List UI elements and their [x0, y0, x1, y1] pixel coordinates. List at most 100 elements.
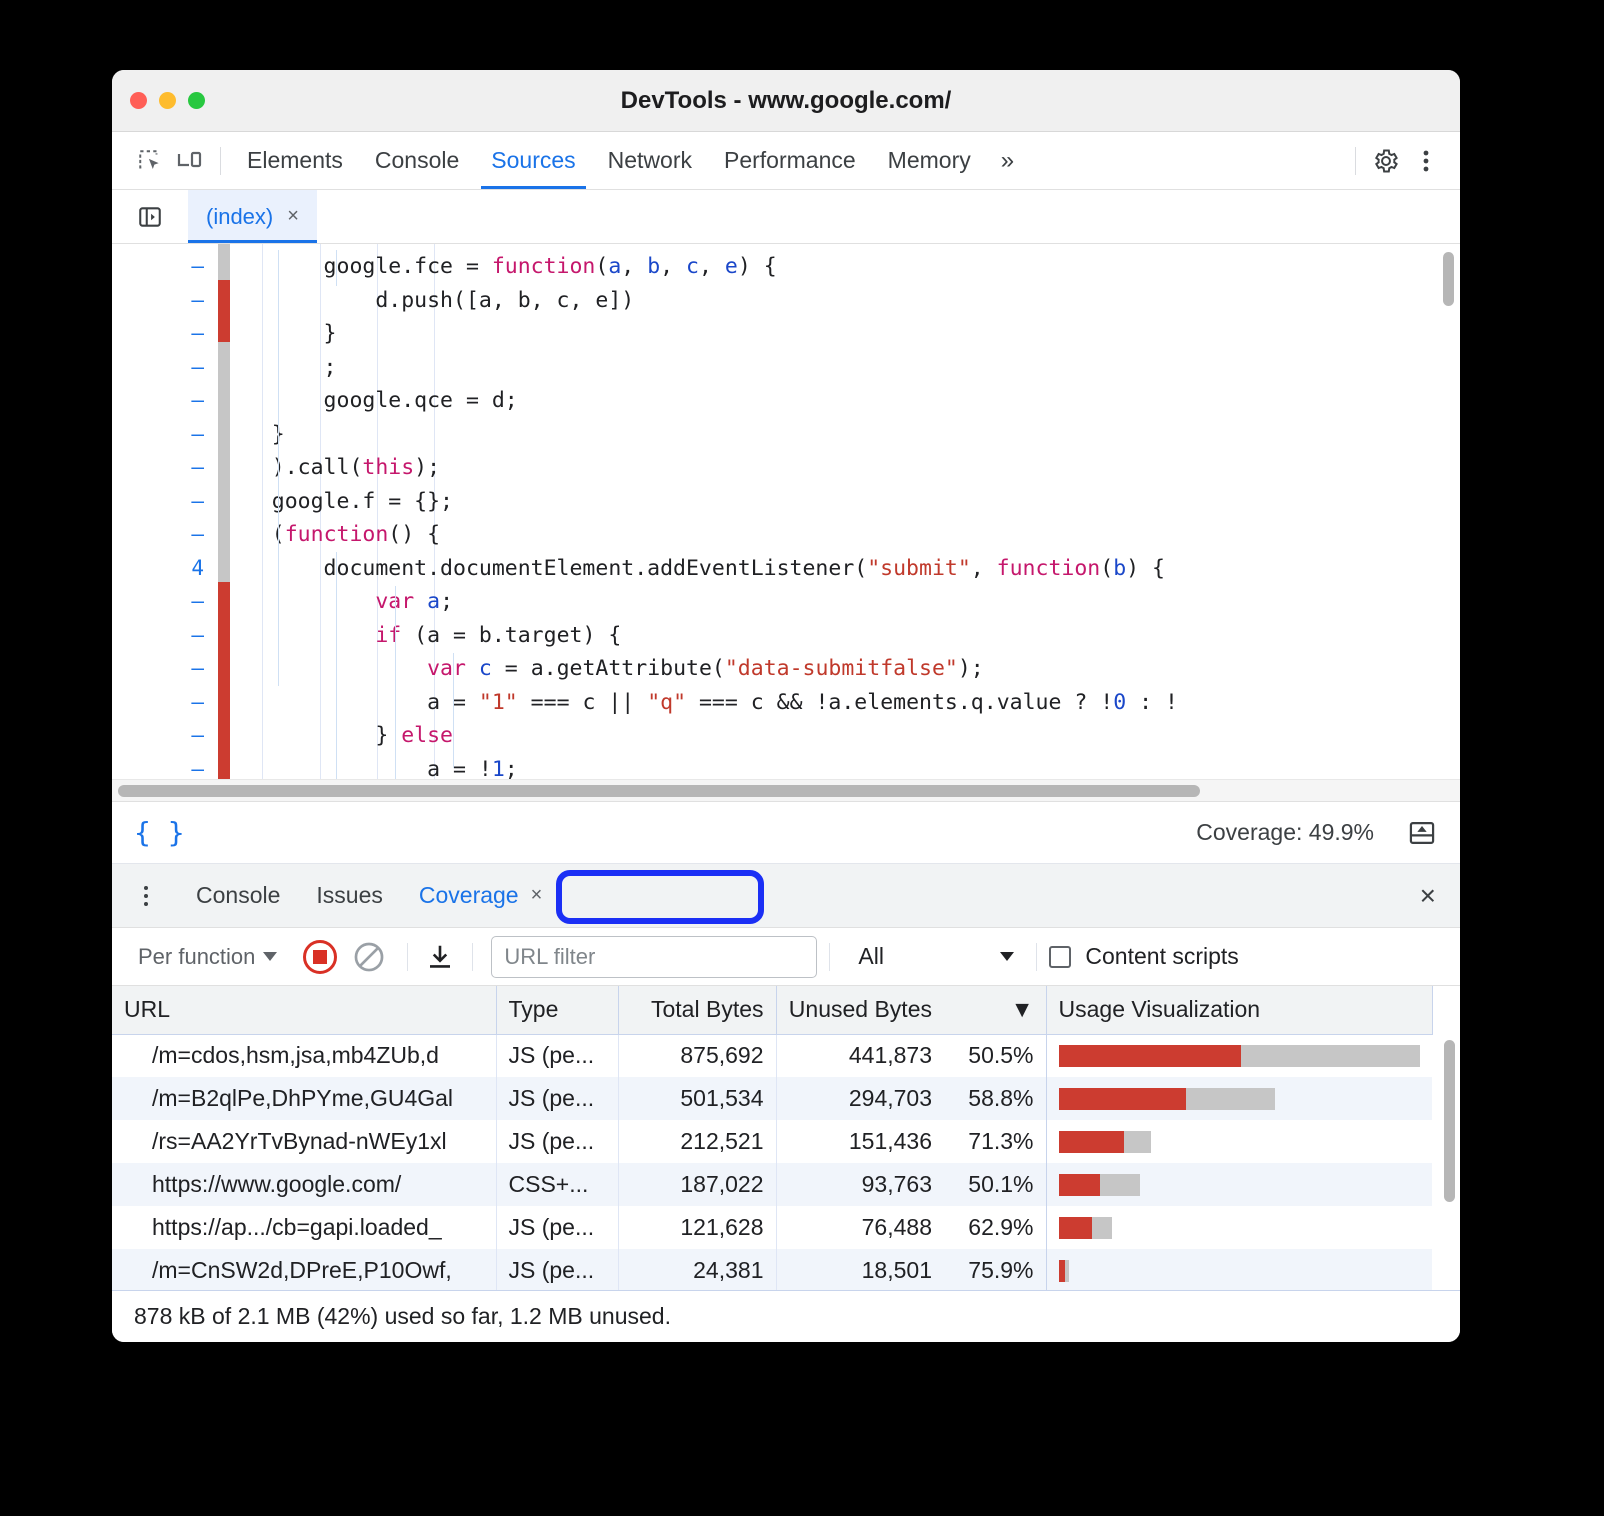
- usage-bar: [1059, 1174, 1421, 1196]
- clear-icon[interactable]: [349, 937, 389, 977]
- column-header-usage-visualization[interactable]: Usage Visualization: [1046, 986, 1432, 1034]
- more-tabs-icon[interactable]: »: [987, 147, 1028, 175]
- line-number: –: [112, 719, 220, 753]
- table-row[interactable]: /m=CnSW2d,DPreE,P10Owf,JS (pe...24,38118…: [112, 1249, 1432, 1290]
- code-line[interactable]: document.documentElement.addEventListene…: [220, 552, 1460, 586]
- coverage-tab-highlight-ring: [556, 870, 764, 924]
- cell-url: /rs=AA2YrTvBynad-nWEy1xl: [112, 1120, 496, 1163]
- record-stop-icon[interactable]: [303, 940, 337, 974]
- toolbar-divider: [472, 943, 473, 971]
- code-line[interactable]: (function() {: [220, 518, 1460, 552]
- cell-unused-percent: 50.5%: [944, 1034, 1046, 1077]
- table-row[interactable]: /m=cdos,hsm,jsa,mb4ZUb,dJS (pe...875,692…: [112, 1034, 1432, 1077]
- code-line[interactable]: var a;: [220, 585, 1460, 619]
- pretty-print-icon[interactable]: { }: [134, 816, 185, 849]
- table-vertical-scrollbar[interactable]: [1444, 1040, 1455, 1202]
- code-line[interactable]: } else: [220, 719, 1460, 753]
- cell-total-bytes: 875,692: [618, 1034, 776, 1077]
- usage-bar: [1059, 1260, 1421, 1282]
- minimize-window-button[interactable]: [159, 92, 176, 109]
- show-navigator-icon[interactable]: [130, 197, 170, 237]
- content-scripts-checkbox-row[interactable]: Content scripts: [1049, 943, 1238, 970]
- usage-bar-unused-segment: [1059, 1174, 1100, 1196]
- line-number: –: [112, 284, 220, 318]
- column-header-url[interactable]: URL: [112, 986, 496, 1034]
- column-header-total-bytes[interactable]: Total Bytes: [618, 986, 776, 1034]
- close-icon[interactable]: ×: [531, 884, 543, 907]
- line-number: –: [112, 317, 220, 351]
- code-line[interactable]: ;: [220, 351, 1460, 385]
- code-line[interactable]: google.fce = function(a, b, c, e) {: [220, 250, 1460, 284]
- editor-horizontal-scrollbar[interactable]: [112, 779, 1460, 801]
- chevron-down-icon: [1000, 952, 1014, 961]
- tab-sources[interactable]: Sources: [475, 132, 591, 189]
- code-line[interactable]: a = "1" === c || "q" === c && !a.element…: [220, 686, 1460, 720]
- coverage-type-select[interactable]: All: [848, 943, 1024, 970]
- editor-vertical-scrollbar[interactable]: [1443, 252, 1454, 306]
- close-icon[interactable]: ×: [287, 205, 299, 228]
- line-number: –: [112, 652, 220, 686]
- cell-unused-percent: 75.9%: [944, 1249, 1046, 1290]
- drawer-tab-issues[interactable]: Issues: [298, 872, 400, 920]
- devtools-main-toolbar: Elements Console Sources Network Perform…: [112, 132, 1460, 190]
- show-drawer-icon[interactable]: [1402, 813, 1442, 853]
- code-line[interactable]: var c = a.getAttribute("data-submitfalse…: [220, 652, 1460, 686]
- code-line[interactable]: ).call(this);: [220, 451, 1460, 485]
- file-tab-index[interactable]: (index) ×: [188, 190, 317, 243]
- kebab-menu-icon[interactable]: [1406, 141, 1446, 181]
- tab-network[interactable]: Network: [592, 132, 708, 189]
- close-window-button[interactable]: [130, 92, 147, 109]
- editor-status-bar: { } Coverage: 49.9%: [112, 802, 1460, 864]
- table-row[interactable]: https://www.google.com/CSS+...187,02293,…: [112, 1163, 1432, 1206]
- tab-elements[interactable]: Elements: [231, 132, 359, 189]
- coverage-mode-select[interactable]: Per function: [128, 944, 287, 970]
- code-line[interactable]: if (a = b.target) {: [220, 619, 1460, 653]
- drawer-tab-coverage[interactable]: Coverage ×: [401, 872, 560, 920]
- table-row[interactable]: /m=B2qlPe,DhPYme,GU4GalJS (pe...501,5342…: [112, 1077, 1432, 1120]
- tab-performance[interactable]: Performance: [708, 132, 872, 189]
- export-icon[interactable]: [420, 937, 460, 977]
- kebab-menu-icon[interactable]: [126, 886, 166, 906]
- usage-bar: [1059, 1217, 1421, 1239]
- editor-code-column[interactable]: google.fce = function(a, b, c, e) { d.pu…: [220, 244, 1460, 801]
- cell-url: https://ap.../cb=gapi.loaded_: [112, 1206, 496, 1249]
- usage-bar: [1059, 1131, 1421, 1153]
- cell-usage-visualization: [1046, 1120, 1432, 1163]
- code-line[interactable]: google.f = {};: [220, 485, 1460, 519]
- toolbar-divider: [829, 943, 830, 971]
- indent-guide: [453, 653, 454, 768]
- tab-memory[interactable]: Memory: [872, 132, 987, 189]
- code-line[interactable]: }: [220, 317, 1460, 351]
- table-row[interactable]: /rs=AA2YrTvBynad-nWEy1xlJS (pe...212,521…: [112, 1120, 1432, 1163]
- cell-url: /m=cdos,hsm,jsa,mb4ZUb,d: [112, 1034, 496, 1077]
- cell-usage-visualization: [1046, 1249, 1432, 1290]
- scrollbar-thumb[interactable]: [118, 785, 1200, 797]
- zoom-window-button[interactable]: [188, 92, 205, 109]
- column-header-type[interactable]: Type: [496, 986, 618, 1034]
- url-filter-input[interactable]: [491, 936, 817, 978]
- coverage-table-container[interactable]: URL Type Total Bytes Unused Bytes ▼ Usag…: [112, 986, 1460, 1290]
- cell-unused-percent: 62.9%: [944, 1206, 1046, 1249]
- code-line[interactable]: d.push([a, b, c, e]): [220, 284, 1460, 318]
- cell-unused-bytes: 93,763: [776, 1163, 944, 1206]
- close-drawer-icon[interactable]: ×: [1420, 880, 1442, 912]
- cell-url: /m=B2qlPe,DhPYme,GU4Gal: [112, 1077, 496, 1120]
- cell-type: JS (pe...: [496, 1206, 618, 1249]
- chevron-down-icon: [263, 952, 277, 961]
- content-scripts-checkbox[interactable]: [1049, 946, 1071, 968]
- table-row[interactable]: https://ap.../cb=gapi.loaded_JS (pe...12…: [112, 1206, 1432, 1249]
- code-line[interactable]: google.qce = d;: [220, 384, 1460, 418]
- gear-icon[interactable]: [1366, 141, 1406, 181]
- device-toolbar-icon[interactable]: [170, 141, 210, 181]
- column-header-sort-indicator[interactable]: ▼: [944, 986, 1046, 1034]
- drawer-tab-console[interactable]: Console: [178, 872, 298, 920]
- tab-console[interactable]: Console: [359, 132, 475, 189]
- cell-unused-bytes: 18,501: [776, 1249, 944, 1290]
- toolbar-divider-right: [1355, 147, 1356, 175]
- column-header-unused-bytes[interactable]: Unused Bytes: [776, 986, 944, 1034]
- inspect-element-icon[interactable]: [130, 141, 170, 181]
- cell-type: CSS+...: [496, 1163, 618, 1206]
- code-editor[interactable]: –––––––––4–––––– google.fce = function(a…: [112, 244, 1460, 802]
- line-number: –: [112, 585, 220, 619]
- code-line[interactable]: }: [220, 418, 1460, 452]
